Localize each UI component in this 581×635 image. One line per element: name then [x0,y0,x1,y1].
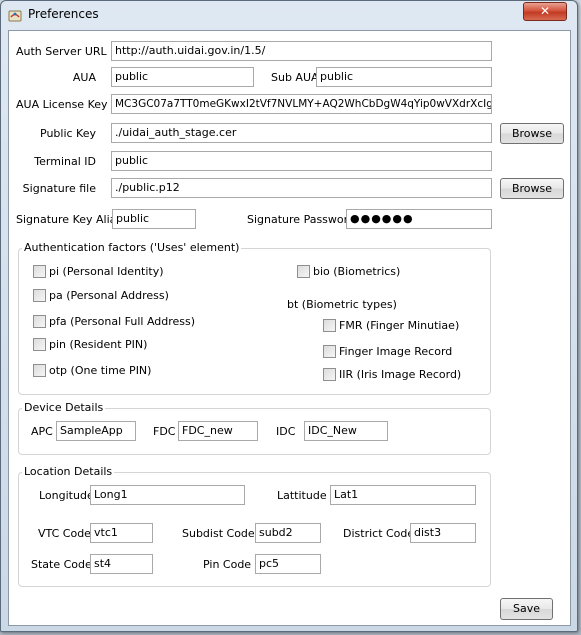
apc-field[interactable]: SampleApp [56,421,136,441]
fdc-label: FDC [153,425,176,438]
browse-public-key-button[interactable]: Browse [500,123,564,144]
apc-label: APC [31,425,53,438]
fdc-field[interactable]: FDC_new [178,421,258,441]
otp-checkbox[interactable] [33,364,46,377]
auth-server-url-field[interactable]: http://auth.uidai.gov.in/1.5/ [111,41,492,61]
fmr-checkbox[interactable] [323,319,336,332]
fir-checkbox[interactable] [323,345,336,358]
signature-key-alias-field[interactable]: public [112,209,196,229]
save-button[interactable]: Save [500,598,553,620]
pin-code-label: Pin Code [203,558,252,571]
public-key-label: Public Key [40,127,96,140]
latitude-label: Lattitude [277,489,327,502]
aua-license-key-label: AUA License Key [16,98,108,111]
subdist-code-label: Subdist Code [182,527,255,540]
bio-label: bio (Biometrics) [313,265,401,278]
java-app-icon [8,10,22,22]
idc-field[interactable]: IDC_New [304,421,388,441]
fir-label: Finger Image Record [339,345,453,358]
longitude-label: Longitude [39,489,94,502]
close-icon: ✕ [539,4,551,18]
signature-password-field[interactable]: ●●●●●● [346,209,492,229]
window-title: Preferences [28,7,99,21]
state-code-field[interactable]: st4 [90,554,153,574]
bio-checkbox[interactable] [297,265,310,278]
public-key-field[interactable]: ./uidai_auth_stage.cer [111,123,492,143]
biometric-types-label: bt (Biometric types) [287,298,397,311]
otp-label: otp (One time PIN) [49,364,152,377]
terminal-id-label: Terminal ID [34,155,96,168]
auth-server-url-label: Auth Server URL [16,45,107,58]
dialog-content: Auth Server URL http://auth.uidai.gov.in… [8,30,571,626]
vtc-code-label: VTC Code [38,527,91,540]
state-code-label: State Code [31,558,92,571]
iir-label: IIR (Iris Image Record) [339,368,462,381]
latitude-field[interactable]: Lat1 [330,485,476,505]
device-details-title: Device Details [22,401,106,414]
district-code-field[interactable]: dist3 [410,523,476,543]
terminal-id-field[interactable]: public [111,151,492,171]
vtc-code-field[interactable]: vtc1 [90,523,153,543]
iir-checkbox[interactable] [323,368,336,381]
close-button[interactable]: ✕ [523,2,567,21]
sub-aua-field[interactable]: public [316,67,492,87]
signature-file-field[interactable]: ./public.p12 [111,178,492,198]
fmr-label: FMR (Finger Minutiae) [339,319,460,332]
signature-password-label: Signature Password [247,213,355,226]
subdist-code-field[interactable]: subd2 [255,523,321,543]
district-code-label: District Code [343,527,415,540]
aua-label: AUA [72,71,96,84]
preferences-dialog: Preferences ✕ Auth Server URL http://aut… [0,0,578,632]
pin-label: pin (Resident PIN) [49,338,148,351]
auth-factors-title: Authentication factors ('Uses' element) [22,241,242,254]
pfa-checkbox[interactable] [33,315,46,328]
pin-checkbox[interactable] [33,338,46,351]
pa-label: pa (Personal Address) [49,289,169,302]
aua-license-key-field[interactable]: MC3GC07a7TT0meGKwxI2tVf7NVLMY+AQ2WhCbDgW… [111,94,492,114]
pi-checkbox[interactable] [33,265,46,278]
pi-label: pi (Personal Identity) [49,265,164,278]
browse-signature-button[interactable]: Browse [500,178,564,199]
idc-label: IDC [276,425,296,438]
pin-code-field[interactable]: pc5 [255,554,321,574]
pa-checkbox[interactable] [33,289,46,302]
longitude-field[interactable]: Long1 [90,485,245,505]
pfa-label: pfa (Personal Full Address) [49,315,196,328]
signature-file-label: Signature file [22,182,96,195]
sub-aua-label: Sub AUA [271,71,319,84]
signature-key-alias-label: Signature Key Alias [16,213,123,226]
title-bar[interactable]: Preferences ✕ [1,1,577,29]
aua-field[interactable]: public [111,67,254,87]
location-details-title: Location Details [22,465,115,478]
